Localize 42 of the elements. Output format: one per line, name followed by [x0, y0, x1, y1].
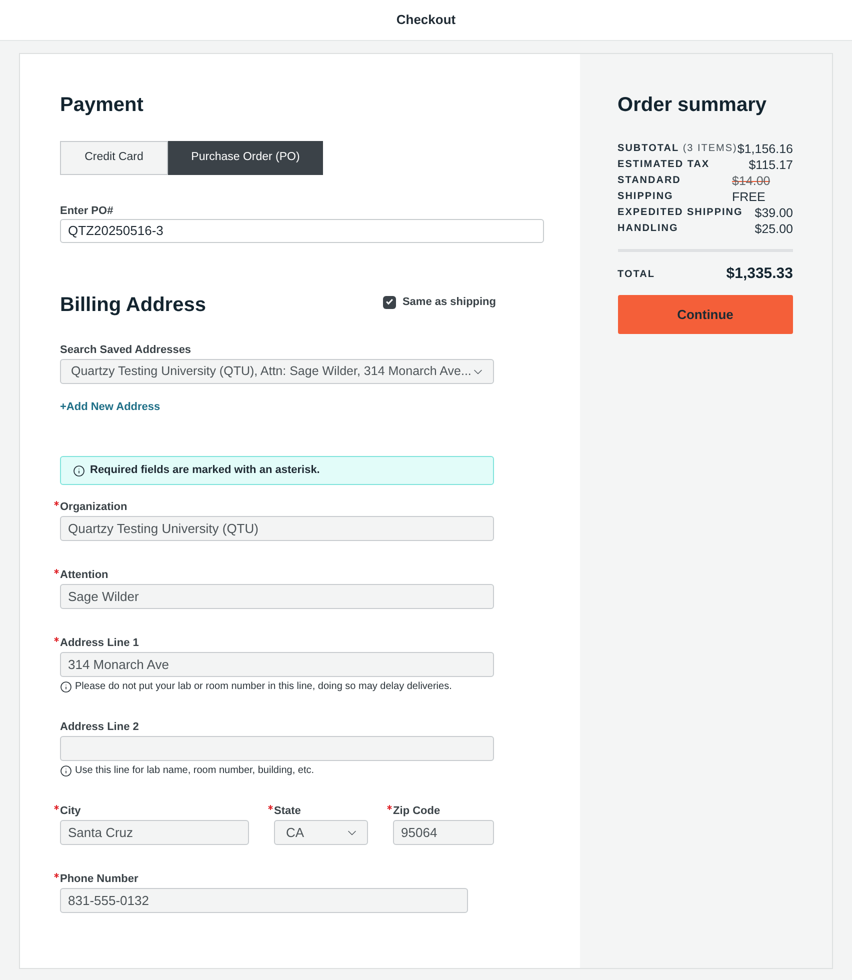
payment-tab[interactable]: Purchase Order (PO)	[168, 141, 323, 175]
summary-value: $1,156.16	[737, 141, 793, 157]
info-icon	[60, 764, 72, 776]
summary-label: STANDARD SHIPPING	[618, 174, 682, 204]
field-hint: Use this line for lab name, room number, building, etc.	[75, 764, 314, 777]
po-number-field[interactable]: QTZ20250516-3	[60, 219, 544, 243]
field-label: Organization	[60, 500, 128, 514]
summary-label: EXPEDITED SHIPPING	[618, 206, 743, 220]
notice-text: Required fields are marked with an asterisk.	[90, 463, 320, 478]
field-label: State	[274, 804, 301, 818]
field-label: City	[60, 804, 81, 818]
summary-value: $115.17	[748, 157, 793, 173]
field-label: Attention	[60, 568, 108, 582]
summary-value: FREE	[732, 189, 766, 205]
section-heading: Order summary	[618, 93, 766, 118]
summary-label: SUBTOTAL (3 ITEMS)	[618, 142, 738, 156]
field-label: Enter PO#	[60, 204, 114, 218]
section-heading: Payment	[60, 93, 144, 118]
summary-label: HANDLING	[618, 222, 678, 236]
checkbox[interactable]	[383, 296, 396, 308]
total-value: $1,335.33	[726, 265, 793, 283]
select-value: CA	[286, 824, 304, 842]
select-value: Quartzy Testing University (QTU), Attn: Sage Wilder, 314 Monarch Ave...	[71, 363, 472, 380]
field-label: Zip Code	[393, 804, 440, 818]
info-icon	[73, 464, 85, 476]
add-address-link[interactable]: +Add New Address	[60, 401, 160, 413]
checkbox-label: Same as shipping	[402, 294, 496, 310]
summary-value: $39.00	[754, 205, 793, 221]
field-label: Search Saved Addresses	[60, 343, 192, 357]
summary-label: ESTIMATED TAX	[618, 158, 710, 172]
summary-value: $25.00	[754, 221, 793, 237]
section-heading: Billing Address	[60, 293, 206, 318]
field-label: Phone Number	[60, 872, 138, 886]
payment-tab[interactable]: Credit Card	[60, 141, 168, 175]
field-hint: Please do not put your lab or room number in this line, doing so may delay deliveries.	[75, 680, 452, 693]
total-label: TOTAL	[618, 268, 655, 282]
continue-button[interactable]: Continue	[618, 295, 793, 334]
field-label: Address Line 2	[60, 720, 139, 734]
field-label: Address Line 1	[60, 636, 139, 650]
info-icon	[60, 680, 72, 692]
check-icon	[386, 299, 394, 305]
page-title: Checkout	[396, 11, 456, 30]
